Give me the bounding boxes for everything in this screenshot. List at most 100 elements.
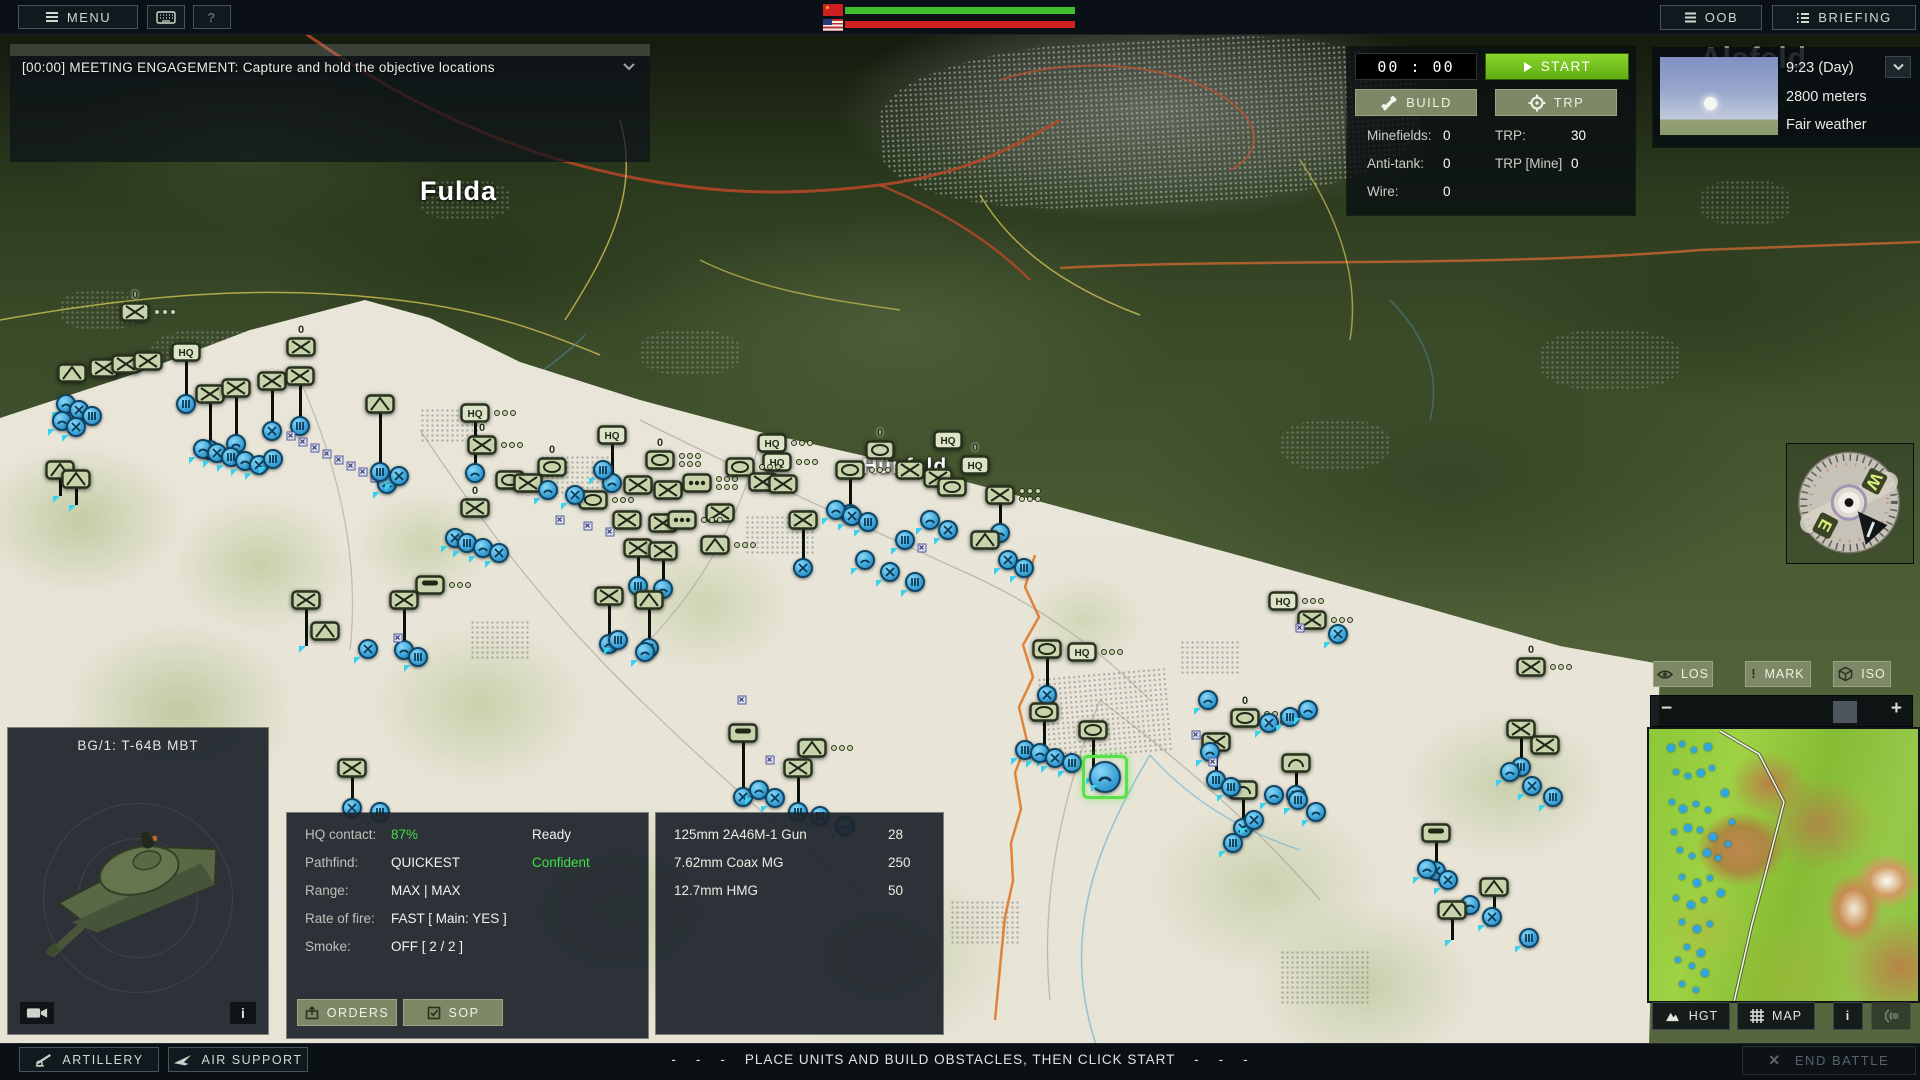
oob-label: OOB	[1705, 10, 1738, 25]
us-strength-bar	[845, 21, 1075, 28]
camera-icon	[26, 1006, 48, 1020]
minimap-info-button[interactable]: i	[1833, 1002, 1863, 1030]
checkbox-icon	[427, 1006, 441, 1020]
artillery-icon	[34, 1052, 54, 1067]
mark-label: MARK	[1765, 667, 1805, 681]
soviet-flag-icon	[823, 4, 843, 16]
menu-button[interactable]: MENU	[18, 5, 138, 29]
svg-text:HQ: HQ	[468, 409, 483, 420]
hamburger-icon	[45, 11, 59, 23]
svg-text:HQ: HQ	[1276, 597, 1291, 608]
status-message: - - - PLACE UNITS AND BUILD OBSTACLES, T…	[671, 1052, 1248, 1067]
zoom-in-button[interactable]: +	[1891, 698, 1902, 720]
visibility: 2800 meters	[1786, 89, 1867, 105]
briefing-button[interactable]: BRIEFING	[1772, 5, 1916, 30]
minimap[interactable]	[1647, 727, 1920, 1003]
trp-label: TRP	[1554, 95, 1585, 110]
iso-label: ISO	[1861, 667, 1886, 681]
hq-contact-row: HQ contact:87%	[305, 827, 376, 842]
los-button[interactable]: LOS	[1653, 661, 1713, 687]
minimap-height-button[interactable]: HGT	[1652, 1002, 1730, 1030]
svg-text:HQ: HQ	[1075, 648, 1090, 659]
weapon-ammo: 50	[888, 883, 903, 898]
briefing-list-icon	[1796, 12, 1810, 24]
svg-text:HQ: HQ	[941, 436, 956, 447]
compass[interactable]: W E	[1786, 443, 1914, 564]
zoom-out-button[interactable]: −	[1661, 698, 1672, 720]
weather-preview-image	[1660, 57, 1778, 135]
mark-button[interactable]: ! MARK	[1745, 661, 1811, 687]
selected-unit-box[interactable]	[1082, 755, 1128, 799]
weapon-ammo: 28	[888, 827, 903, 842]
close-x-icon: ×	[1769, 1050, 1781, 1071]
mission-timer: 00 : 00	[1355, 53, 1477, 80]
zoom-slider-handle[interactable]	[1833, 701, 1857, 723]
minimap-radar-button[interactable]	[1871, 1002, 1911, 1030]
oob-list-icon	[1684, 12, 1697, 23]
chevron-down-icon	[622, 62, 636, 71]
message-log[interactable]: [00:00] MEETING ENGAGEMENT: Capture and …	[10, 44, 650, 162]
weapon-row: 125mm 2A46M-1 Gun28	[674, 827, 807, 842]
hgt-label: HGT	[1689, 1009, 1718, 1023]
end-battle-label: END BATTLE	[1795, 1053, 1889, 1068]
orders-button[interactable]: ORDERS	[297, 999, 397, 1026]
message-text: [00:00] MEETING ENGAGEMENT: Capture and …	[22, 60, 495, 75]
trp-button[interactable]: TRP	[1495, 89, 1617, 116]
briefing-label: BRIEFING	[1818, 10, 1891, 25]
end-battle-button[interactable]: × END BATTLE	[1742, 1046, 1916, 1075]
hq-contact-value: 87%	[391, 827, 418, 842]
iso-button[interactable]: ISO	[1833, 661, 1891, 687]
camera-view-button[interactable]	[20, 1002, 54, 1024]
jet-icon	[173, 1053, 193, 1066]
unit-info-label: i	[241, 1005, 245, 1021]
weather-panel: 9:23 (Day) 2800 meters Fair weather	[1653, 48, 1920, 147]
trp-count-value: 30	[1571, 128, 1586, 143]
minefields-label: Minefields:	[1367, 128, 1432, 143]
morale-status: Confident	[532, 855, 590, 870]
trp-count-label: TRP:	[1495, 128, 1526, 143]
anti-tank-label: Anti-tank:	[1367, 156, 1424, 171]
build-button[interactable]: BUILD	[1355, 89, 1477, 116]
air-support-button[interactable]: AIR SUPPORT	[168, 1047, 308, 1072]
readiness-status: Ready	[532, 827, 571, 842]
artillery-button[interactable]: ARTILLERY	[19, 1047, 159, 1072]
chevron-down-icon	[1892, 63, 1905, 71]
svg-text:HQ: HQ	[968, 461, 983, 472]
trp-mine-label: TRP [Mine]	[1495, 156, 1562, 171]
help-button[interactable]: ?	[193, 5, 231, 29]
hq-contact-label: HQ contact:	[305, 827, 376, 842]
minimap-boundary	[1649, 729, 1920, 1003]
wire-label: Wire:	[1367, 184, 1399, 199]
minefields-value: 0	[1443, 128, 1451, 143]
build-label: BUILD	[1406, 95, 1452, 110]
trp-target-icon	[1528, 94, 1546, 112]
wire-value: 0	[1443, 184, 1451, 199]
play-icon	[1523, 61, 1533, 73]
weather-collapse-button[interactable]	[1885, 56, 1911, 78]
start-label: START	[1541, 59, 1592, 74]
oob-button[interactable]: OOB	[1660, 5, 1762, 30]
help-label: ?	[207, 10, 216, 25]
mountain-icon	[1664, 1010, 1681, 1022]
top-bar: MENU ? OOB BRIEFING	[0, 0, 1920, 35]
control-panel: 00 : 00 START BUILD TRP Minefields: 0	[1347, 47, 1635, 215]
pathfind-value: QUICKEST	[391, 855, 460, 870]
minimap-map-button[interactable]: MAP	[1737, 1002, 1815, 1030]
pathfind-label: Pathfind:	[305, 855, 358, 870]
unit-info-button[interactable]: i	[230, 1002, 256, 1024]
time-of-day: 9:23 (Day)	[1786, 60, 1854, 76]
weapon-name: 125mm 2A46M-1 Gun	[674, 827, 807, 842]
keyboard-shortcuts-button[interactable]	[147, 5, 185, 29]
tank-render	[23, 783, 253, 973]
soviet-strength-bar	[845, 7, 1075, 14]
minimap-zoom-slider[interactable]: − +	[1650, 695, 1913, 727]
start-button[interactable]: START	[1485, 53, 1629, 80]
trp-mine-row: TRP [Mine]0	[1495, 156, 1562, 171]
message-log-collapse-button[interactable]	[622, 58, 636, 76]
sop-button[interactable]: SOP	[403, 999, 503, 1026]
smoke-row: Smoke:OFF [ 2 / 2 ]	[305, 939, 351, 954]
anti-tank-row: Anti-tank:0	[1367, 156, 1424, 171]
air-support-label: AIR SUPPORT	[201, 1053, 302, 1067]
selected-unit-panel: BG/1: T-64B MBT i	[8, 728, 268, 1034]
trp-row: TRP:30	[1495, 128, 1526, 143]
